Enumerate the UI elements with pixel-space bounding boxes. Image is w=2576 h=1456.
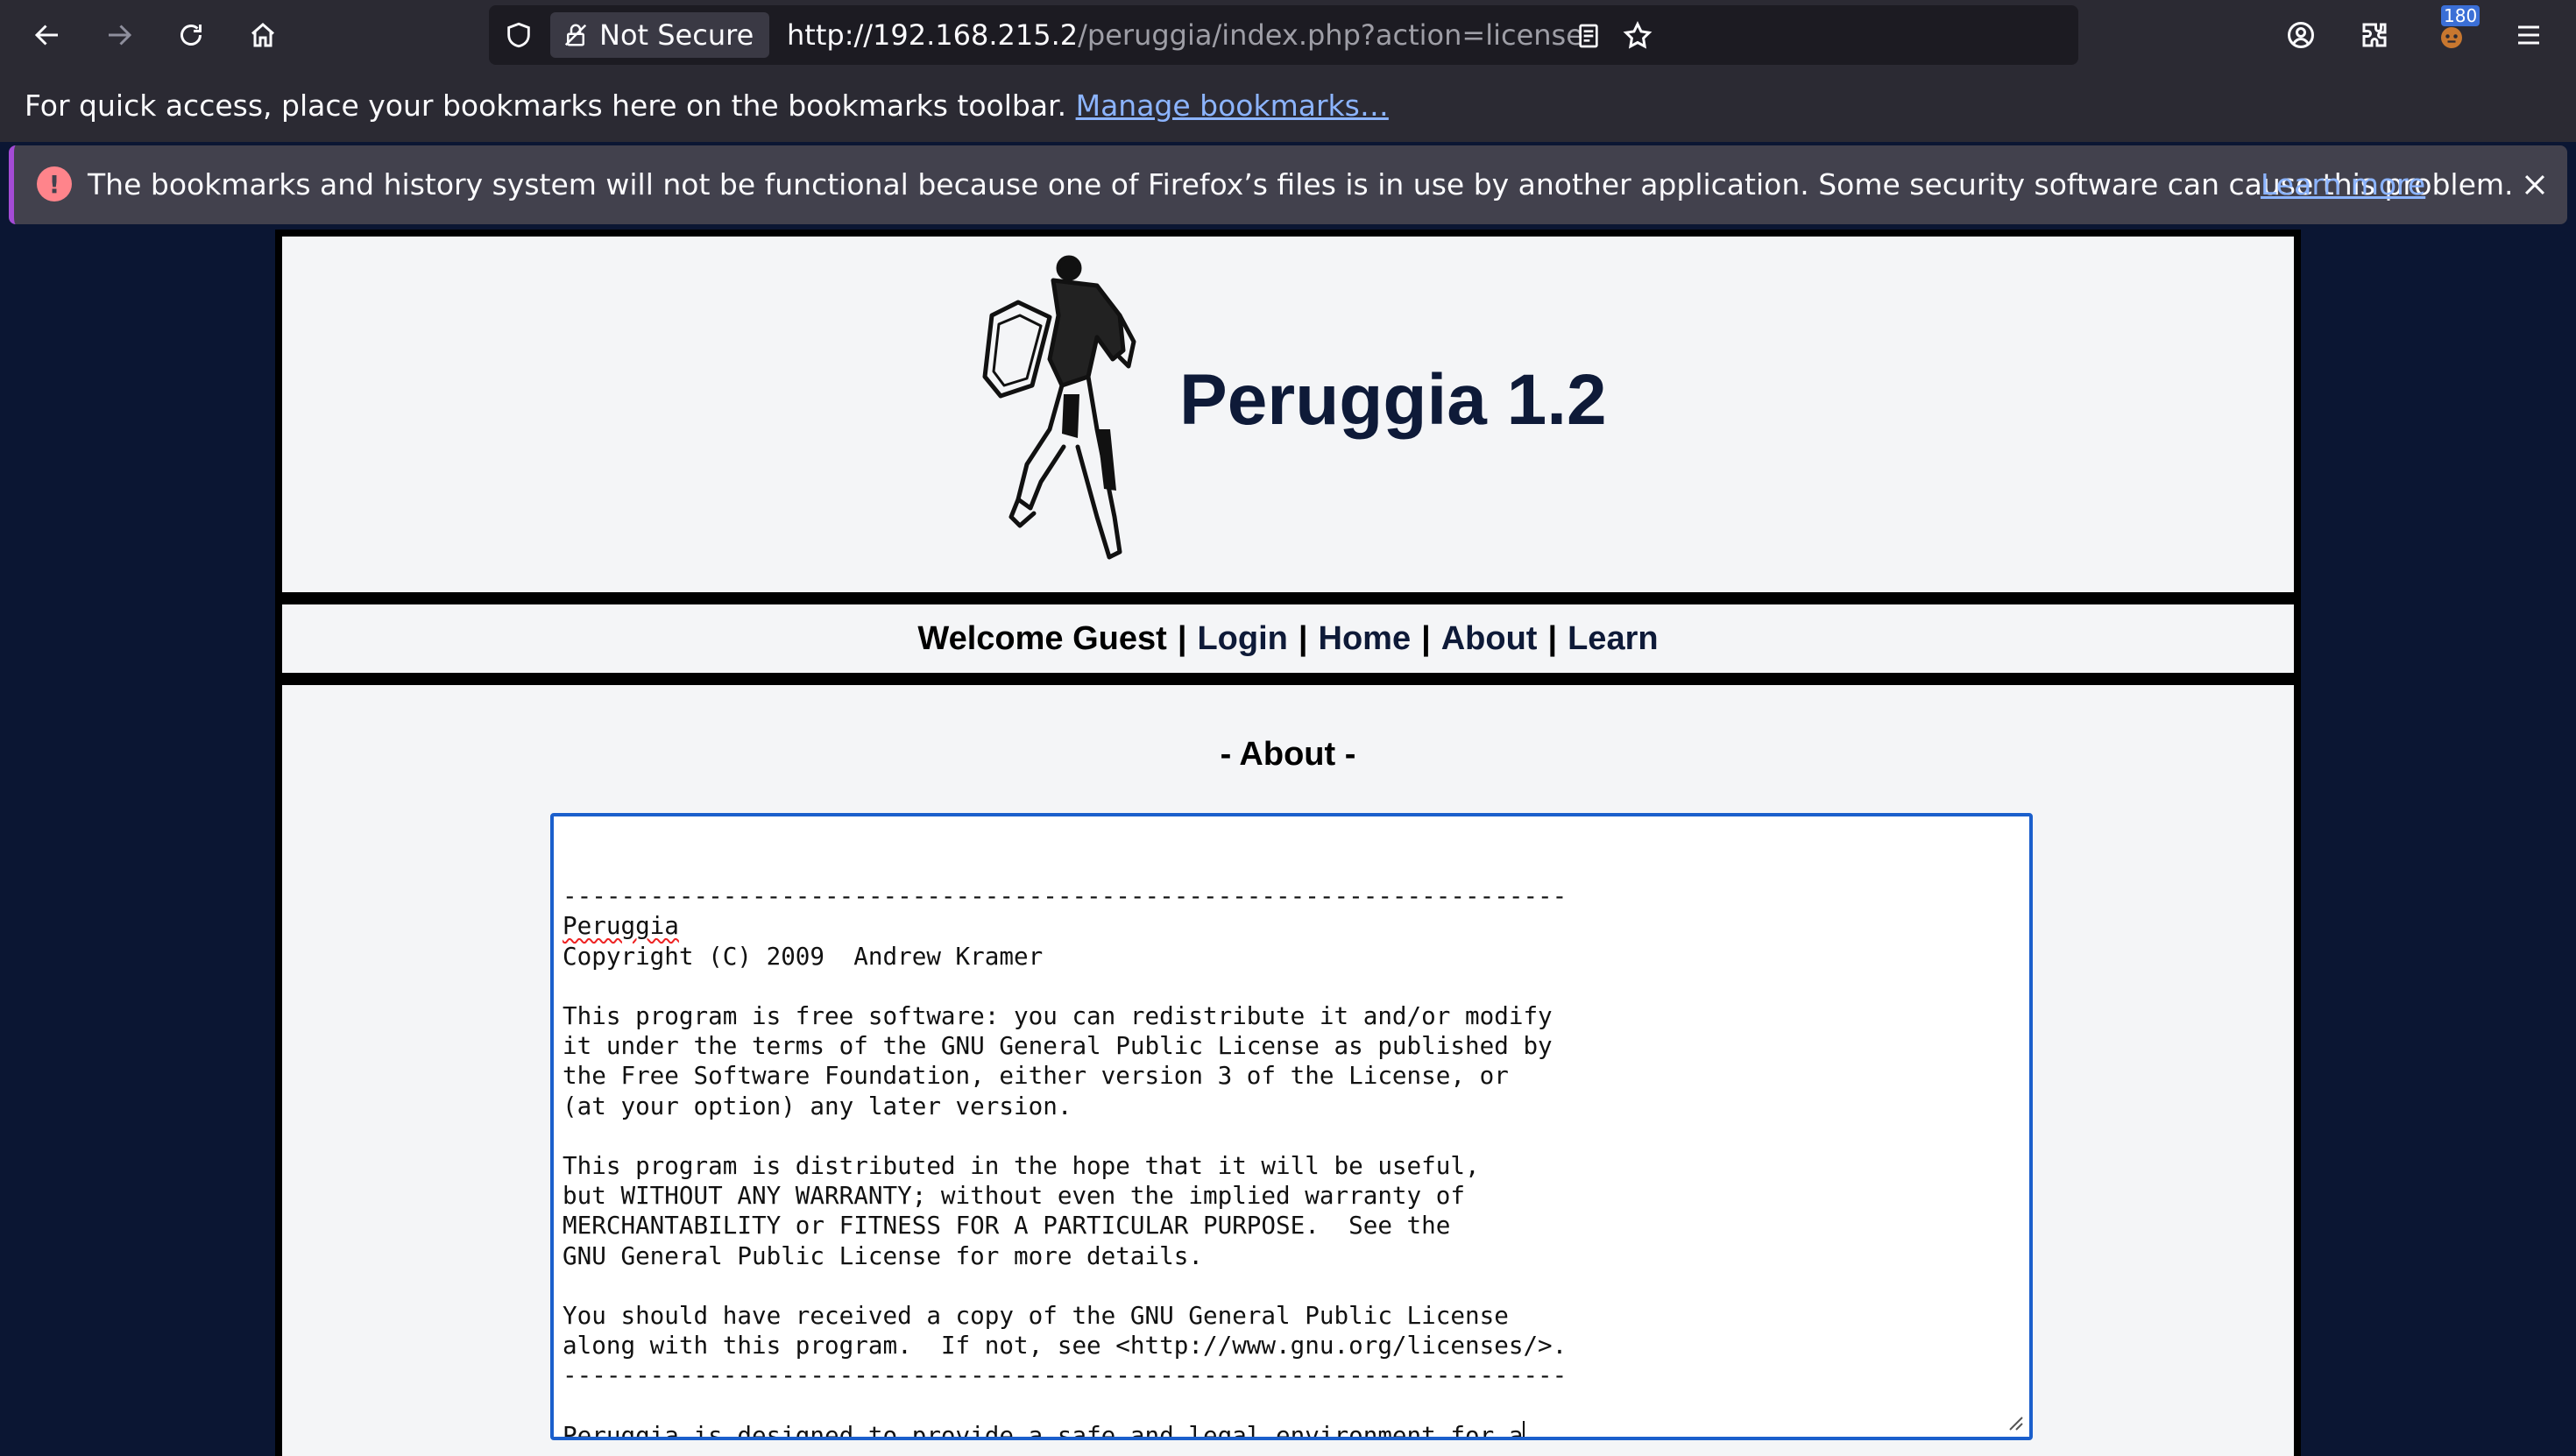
not-secure-label: Not Secure	[599, 18, 754, 52]
site-nav: Welcome Guest | Login | Home | About | L…	[282, 604, 2294, 673]
account-icon	[2288, 22, 2314, 48]
url-bar[interactable]: Not Secure http://192.168.215.2/peruggia…	[489, 5, 2078, 65]
nav-separator: |	[1177, 619, 1187, 657]
url-host: http://192.168.215.2	[787, 18, 1079, 52]
nav-learn-link[interactable]: Learn	[1568, 620, 1658, 658]
license-line: Peruggia	[563, 911, 679, 941]
license-line: ----------------------------------------…	[563, 881, 1568, 911]
license-line: but WITHOUT ANY WARRANTY; without even t…	[563, 1181, 1465, 1211]
home-button[interactable]	[240, 12, 286, 58]
license-line: (at your option) any later version.	[563, 1091, 1072, 1120]
extension-badge-count: 180	[2441, 5, 2480, 26]
license-line: ----------------------------------------…	[563, 1361, 1568, 1390]
learn-more-link[interactable]: Learn more	[2261, 145, 2425, 224]
license-text: ----------------------------------------…	[563, 852, 1568, 1437]
menu-icon	[2518, 25, 2539, 45]
extension-badge-button[interactable]: 180	[2429, 5, 2480, 58]
browser-toolbar: Not Secure http://192.168.215.2/peruggia…	[0, 0, 2576, 70]
peruggia-logo	[982, 255, 1136, 560]
notification-close-button[interactable]	[2515, 165, 2555, 205]
tracking-protection-button[interactable]	[498, 14, 540, 56]
site-header: Peruggia 1.2	[282, 237, 2294, 592]
reader-view-icon	[1579, 24, 1598, 48]
nav-home-link[interactable]: Home	[1319, 620, 1412, 658]
extensions-icon	[2362, 23, 2387, 47]
account-button[interactable]	[2278, 12, 2324, 58]
license-line: the Free Software Foundation, either ver…	[563, 1061, 1509, 1091]
notification-message: The bookmarks and history system will no…	[88, 167, 2514, 201]
license-line: This program is free software: you can r…	[563, 1001, 1553, 1031]
bookmark-star-button[interactable]	[1616, 14, 1660, 58]
text-caret	[1523, 1420, 1525, 1437]
license-line: it under the terms of the GNU General Pu…	[563, 1031, 1553, 1061]
reload-icon	[180, 25, 202, 46]
shield-icon	[507, 22, 530, 48]
license-line: GNU General Public License for more deta…	[563, 1240, 1203, 1270]
reader-view-button[interactable]	[1567, 14, 1610, 58]
nav-separator: |	[1547, 619, 1558, 657]
star-icon	[1623, 21, 1652, 49]
nav-about-link[interactable]: About	[1441, 620, 1538, 658]
section-heading: - About -	[1220, 736, 1356, 773]
extensions-button[interactable]	[2352, 12, 2397, 58]
nav-separator: |	[1298, 619, 1308, 657]
manage-bookmarks-link[interactable]: Manage bookmarks…	[1076, 88, 1389, 123]
license-line: along with this program. If not, see <ht…	[563, 1331, 1568, 1361]
resize-grip-icon[interactable]	[2005, 1412, 2024, 1431]
url-text[interactable]: http://192.168.215.2/peruggia/index.php?…	[787, 5, 1583, 65]
license-line: You should have received a copy of the G…	[563, 1301, 1509, 1331]
back-button[interactable]	[25, 12, 70, 58]
url-path: /peruggia/index.php?action=license	[1078, 18, 1583, 52]
license-line: This program is distributed in the hope …	[563, 1151, 1480, 1181]
welcome-label: Welcome Guest	[917, 619, 1167, 657]
license-line: MERCHANTABILITY or FITNESS FOR A PARTICU…	[563, 1211, 1451, 1240]
home-icon	[251, 23, 274, 47]
back-icon	[34, 25, 58, 46]
license-textarea[interactable]: ----------------------------------------…	[550, 813, 2033, 1440]
nav-separator: |	[1421, 619, 1431, 657]
license-line: Peruggia is designed to provide a safe a…	[563, 1420, 1525, 1437]
content-panel: - About - ------------------------------…	[282, 685, 2294, 1456]
lock-icon	[564, 24, 587, 46]
app-menu-button[interactable]	[2506, 12, 2551, 58]
site-title: Peruggia 1.2	[1179, 360, 1607, 440]
error-icon: !	[37, 166, 72, 201]
license-line: Copyright (C) 2009 Andrew Kramer	[563, 941, 1044, 971]
close-icon	[2524, 174, 2545, 195]
reload-button[interactable]	[168, 12, 214, 58]
site-security-indicator[interactable]: Not Secure	[550, 12, 770, 58]
bookmarks-hint-text: For quick access, place your bookmarks h…	[25, 88, 1067, 123]
forward-icon	[109, 25, 132, 46]
forward-button[interactable]	[96, 12, 142, 58]
nav-login-link[interactable]: Login	[1197, 620, 1287, 658]
bookmarks-toolbar: For quick access, place your bookmarks h…	[0, 70, 2576, 142]
bookmarks-toolbar-message: For quick access, place your bookmarks h…	[25, 70, 1389, 142]
notification-bar: ! The bookmarks and history system will …	[9, 145, 2567, 224]
